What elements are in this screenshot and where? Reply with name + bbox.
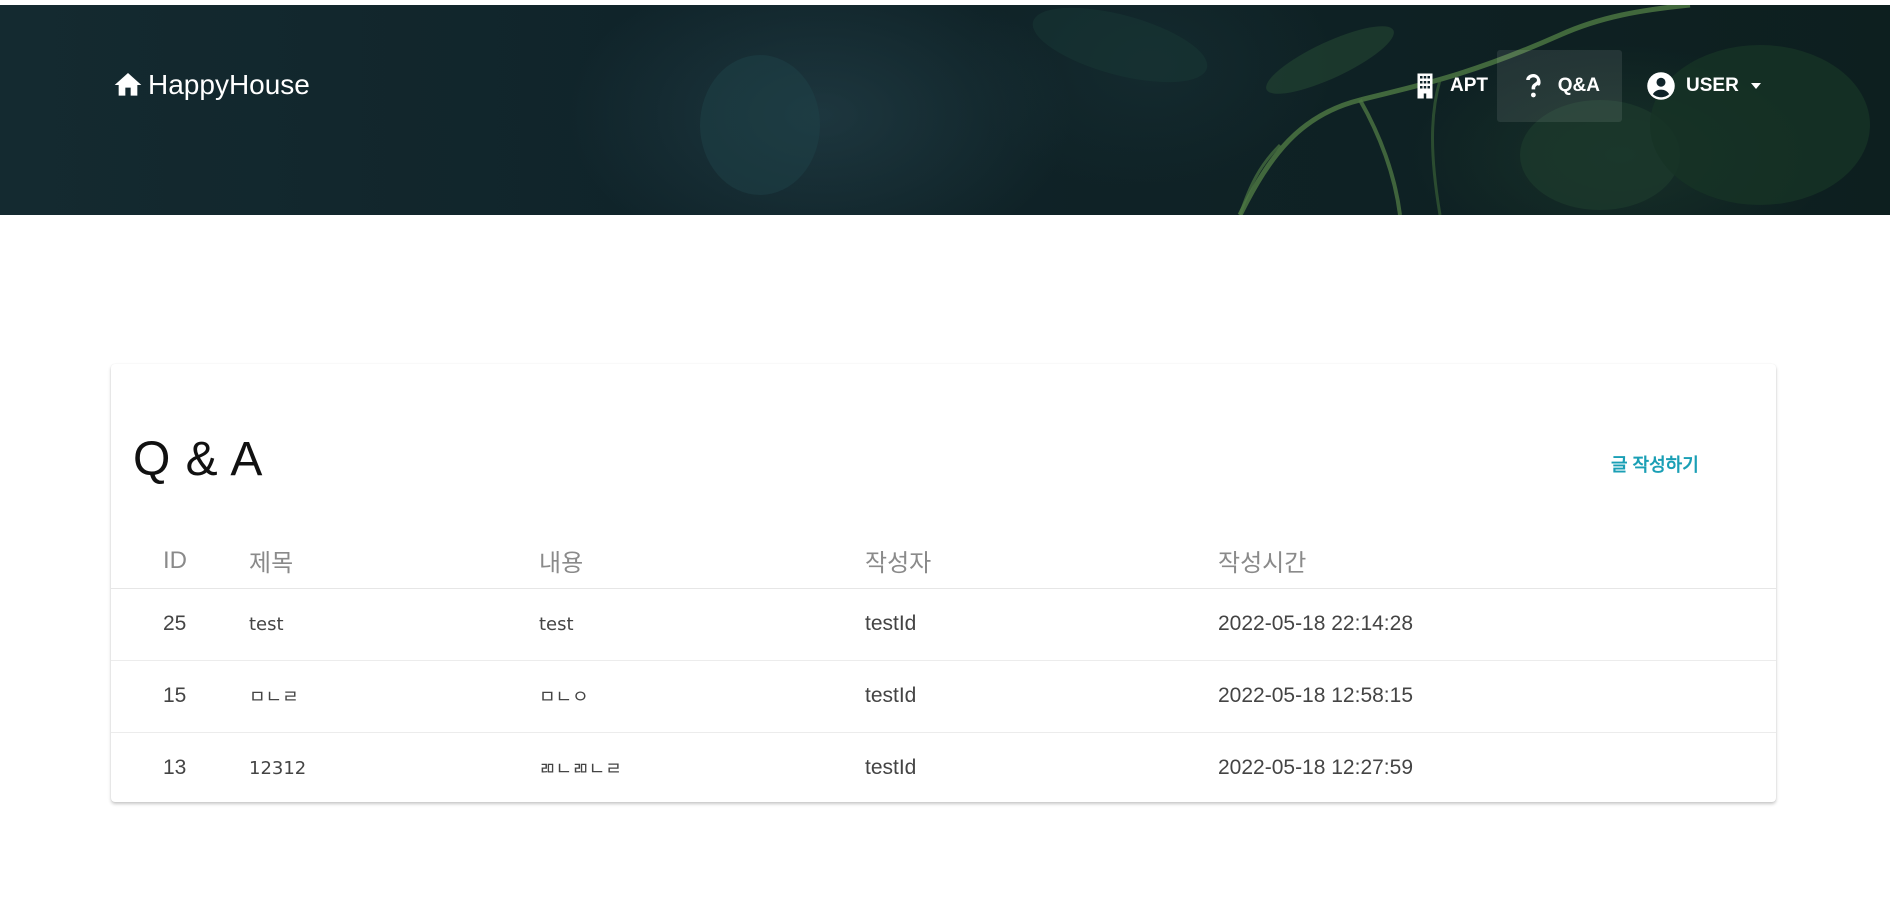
- cell-writer: testId: [865, 660, 1218, 733]
- write-post-button[interactable]: 글 작성하기: [1611, 451, 1699, 477]
- column-header-time: 작성시간: [1218, 534, 1776, 589]
- table-row[interactable]: 13 12312 ㄻㄴㄻㄴㄹ testId 2022-05-18 12:27:5…: [111, 732, 1776, 804]
- page-title: Q & A: [133, 433, 264, 486]
- cell-title: 12312: [249, 757, 307, 779]
- cell-writer: testId: [865, 588, 1218, 661]
- table-header-row: ID 제목 내용 작성자 작성시간: [111, 534, 1776, 589]
- app-header: HappyHouse APT Q&A USER: [0, 5, 1890, 215]
- cell-id: 13: [163, 756, 187, 780]
- cell-content: ㄻㄴㄻㄴㄹ: [539, 759, 622, 781]
- column-header-writer: 작성자: [865, 534, 1218, 589]
- cell-time: 2022-05-18 12:58:15: [1218, 660, 1776, 733]
- question-icon: [1526, 74, 1541, 98]
- cell-time: 2022-05-18 22:14:28: [1218, 588, 1776, 661]
- cell-content: test: [539, 588, 865, 661]
- table-row[interactable]: 25 test test testId 2022-05-18 22:14:28: [111, 588, 1776, 661]
- column-header-id: ID: [111, 534, 249, 589]
- nav-qna[interactable]: Q&A: [1497, 50, 1622, 122]
- cell-id: 25: [111, 588, 249, 661]
- table-row[interactable]: 15 ㅁㄴㄹ ㅁㄴㅇ testId 2022-05-18 12:58:15: [111, 660, 1776, 733]
- account-circle-icon: [1647, 72, 1675, 100]
- column-header-title: 제목: [249, 534, 539, 589]
- nav-user-dropdown[interactable]: USER: [1624, 50, 1783, 122]
- nav-qna-label: Q&A: [1557, 75, 1600, 96]
- nav-user-label: USER: [1686, 75, 1739, 96]
- brand-name: HappyHouse: [148, 69, 310, 100]
- cell-title: test: [249, 588, 539, 661]
- chevron-down-icon: [1750, 83, 1761, 89]
- brand-logo-link[interactable]: HappyHouse: [112, 67, 310, 103]
- home-icon: [114, 73, 142, 96]
- qna-board-card: Q & A 글 작성하기 ID 제목 내용 작성자 작성시간 25 test t…: [111, 364, 1776, 802]
- nav-apt-label: APT: [1450, 75, 1488, 96]
- nav-apt[interactable]: APT: [1388, 50, 1510, 122]
- cell-writer: testId: [865, 756, 917, 780]
- cell-title: ㅁㄴㄹ: [249, 660, 539, 733]
- building-icon: [1417, 73, 1433, 99]
- column-header-content: 내용: [539, 534, 865, 589]
- cell-time: 2022-05-18 12:27:59: [1218, 756, 1413, 780]
- cell-content: ㅁㄴㅇ: [539, 660, 865, 733]
- cell-id: 15: [111, 660, 249, 733]
- qna-table: ID 제목 내용 작성자 작성시간 25 test test testId 20…: [111, 534, 1776, 804]
